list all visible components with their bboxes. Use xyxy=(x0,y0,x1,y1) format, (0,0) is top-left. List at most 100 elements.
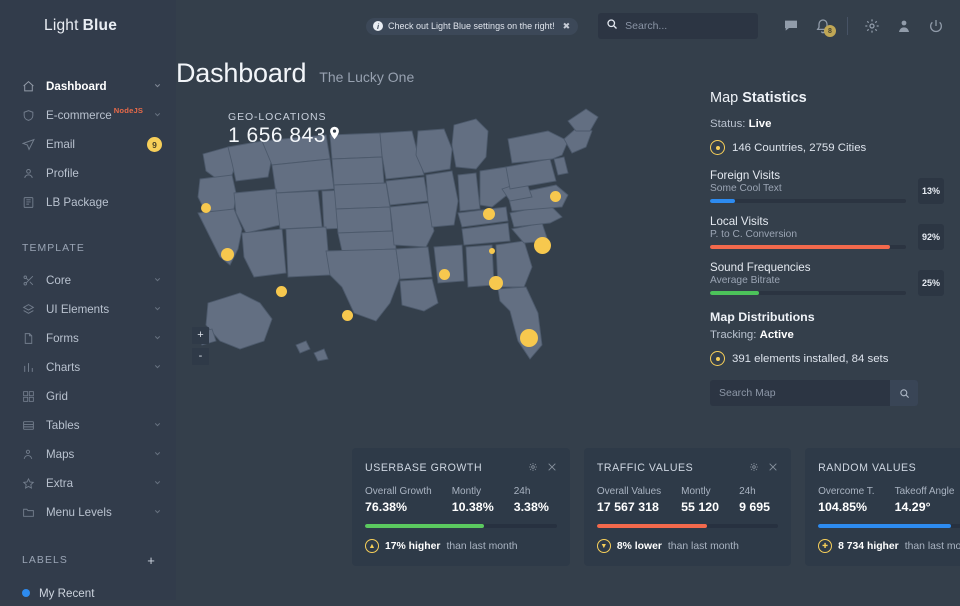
sidebar-label-my-recent[interactable]: My Recent xyxy=(0,580,176,606)
toolbar-divider xyxy=(847,17,848,35)
metric-local-visits-bar xyxy=(710,245,906,249)
user-icon xyxy=(22,167,39,180)
sidebar-section-template: TEMPLATE xyxy=(0,243,176,254)
card-header: RANDOM VALUES xyxy=(818,459,960,477)
map-search-box[interactable] xyxy=(710,380,918,406)
status-value: Live xyxy=(749,118,772,130)
card-footer-strong: 17% higher xyxy=(385,541,440,552)
stat-overall-growth-label: Overall Growth xyxy=(365,486,432,497)
metric-sound-frequencies-body: Sound Frequencies Average Bitrate xyxy=(710,261,918,295)
sidebar-item-forms[interactable]: Forms xyxy=(0,324,176,353)
close-icon[interactable]: ✖ xyxy=(563,21,571,32)
map-search-input[interactable] xyxy=(710,387,890,399)
card-footer-rest: than last month xyxy=(905,541,960,552)
close-icon[interactable] xyxy=(547,459,557,477)
chevron-down-icon xyxy=(153,274,162,287)
sidebar-item-extra[interactable]: Extra xyxy=(0,469,176,498)
top-bar-icons: 8 xyxy=(783,17,944,35)
brand-light: Light xyxy=(44,17,79,35)
brand-blue: Blue xyxy=(83,17,117,35)
sidebar-item-extra-label: Extra xyxy=(46,477,73,490)
account-icon[interactable] xyxy=(896,18,912,34)
stat-monthly: Montly 55 120 xyxy=(669,486,727,514)
gear-icon[interactable] xyxy=(749,459,759,477)
chevron-down-icon xyxy=(153,80,162,93)
sidebar-item-ecommerce[interactable]: E-commerce NodeJS xyxy=(0,101,176,130)
elements-installed-text: 391 elements installed, 84 sets xyxy=(732,353,888,365)
close-icon[interactable] xyxy=(768,459,778,477)
stat-24h-value: 3.38% xyxy=(514,500,549,514)
chat-icon[interactable] xyxy=(783,18,799,34)
stat-overcome-t-value: 104.85% xyxy=(818,500,875,514)
sidebar-item-ecommerce-label: E-commerce xyxy=(46,109,112,122)
card-footer-strong: 8 734 higher xyxy=(838,541,899,552)
chevron-up-circle-icon: ▲ xyxy=(365,539,379,553)
sidebar-item-lb-package[interactable]: LB Package xyxy=(0,188,176,217)
map-zoom-out-button[interactable]: - xyxy=(192,348,209,365)
dashboard-app: LightBlue Dashboard E-commerce NodeJS Em… xyxy=(0,0,960,600)
gear-icon[interactable] xyxy=(864,18,880,34)
map-marker[interactable] xyxy=(534,237,551,254)
usa-map-svg xyxy=(176,97,696,395)
star-icon xyxy=(22,477,39,490)
chevron-down-icon xyxy=(153,448,162,461)
sidebar-item-maps[interactable]: Maps xyxy=(0,440,176,469)
power-icon[interactable] xyxy=(928,18,944,34)
status-row: Status: Live xyxy=(710,118,944,130)
table-icon xyxy=(22,419,39,432)
stat-overall-values-label: Overall Values xyxy=(597,486,661,497)
card-random-values-title: RANDOM VALUES xyxy=(818,462,916,474)
chevron-down-icon xyxy=(153,477,162,490)
sidebar-item-core-label: Core xyxy=(46,274,71,287)
sidebar-item-charts[interactable]: Charts xyxy=(0,353,176,382)
map-zoom-in-button[interactable]: + xyxy=(192,327,209,344)
card-progress-bar xyxy=(365,524,557,528)
search-input[interactable] xyxy=(625,20,750,32)
tracking-value: Active xyxy=(760,329,794,341)
map-distributions-heading: Map Distributions xyxy=(710,310,944,324)
map-search-button[interactable] xyxy=(890,380,918,406)
map-marker[interactable] xyxy=(201,203,211,213)
sidebar-item-charts-label: Charts xyxy=(46,361,80,374)
info-icon: i xyxy=(373,21,383,31)
map-marker[interactable] xyxy=(550,191,561,202)
sidebar-item-profile[interactable]: Profile xyxy=(0,159,176,188)
metric-sound-frequencies-title: Sound Frequencies xyxy=(710,261,906,274)
location-pin-icon xyxy=(710,140,725,155)
card-footer-rest: than last month xyxy=(668,541,739,552)
brand-logo[interactable]: LightBlue xyxy=(0,0,176,52)
bell-icon[interactable]: 8 xyxy=(815,18,831,34)
search-box[interactable] xyxy=(598,13,758,39)
add-label-button[interactable]: + xyxy=(147,553,156,568)
sidebar-item-tables[interactable]: Tables xyxy=(0,411,176,440)
map-marker[interactable] xyxy=(520,329,538,347)
map-marker[interactable] xyxy=(483,208,495,220)
page-header: Dashboard The Lucky One xyxy=(176,52,696,89)
geo-map[interactable]: GEO-LOCATIONS 1 656 843 + - xyxy=(176,97,696,395)
metric-sound-frequencies-pct: 25% xyxy=(918,270,944,296)
sidebar-item-grid[interactable]: Grid xyxy=(0,382,176,411)
sidebar-item-forms-label: Forms xyxy=(46,332,79,345)
card-footer: ▼ 8% lower than last month xyxy=(597,539,778,553)
stat-overcome-t: Overcome T. 104.85% xyxy=(818,486,883,514)
grid-icon xyxy=(22,390,39,403)
map-marker[interactable] xyxy=(221,248,234,261)
map-marker[interactable] xyxy=(489,276,503,290)
map-marker[interactable] xyxy=(439,269,450,280)
sidebar-item-core[interactable]: Core xyxy=(0,266,176,295)
card-traffic-values: TRAFFIC VALUES Overall Values 17 567 318… xyxy=(584,448,791,566)
sidebar-label-my-recent-label: My Recent xyxy=(39,587,94,600)
map-statistics-heading: Map Statistics xyxy=(710,90,944,106)
map-marker[interactable] xyxy=(489,248,495,254)
settings-notice-pill[interactable]: i Check out Light Blue settings on the r… xyxy=(366,18,578,35)
map-marker[interactable] xyxy=(342,310,353,321)
card-footer-rest: than last month xyxy=(446,541,517,552)
sidebar-item-dashboard[interactable]: Dashboard xyxy=(0,72,176,101)
sidebar-item-ui-elements[interactable]: UI Elements xyxy=(0,295,176,324)
map-marker[interactable] xyxy=(276,286,287,297)
sidebar-item-menu-levels[interactable]: Menu Levels xyxy=(0,498,176,527)
card-progress-bar xyxy=(818,524,960,528)
metric-foreign-visits-sub: Some Cool Text xyxy=(710,183,906,194)
gear-icon[interactable] xyxy=(528,459,538,477)
sidebar-item-email[interactable]: Email 9 xyxy=(0,130,176,159)
